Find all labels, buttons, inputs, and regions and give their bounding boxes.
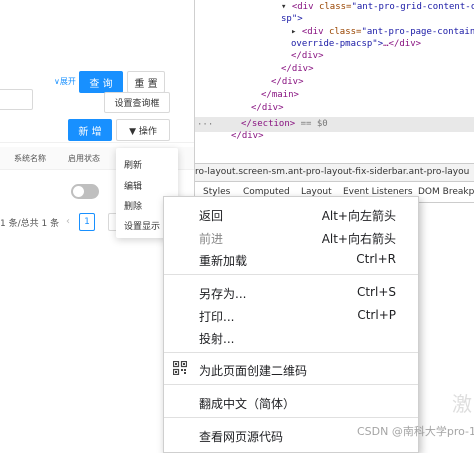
shortcut-reload: Ctrl+R (356, 252, 396, 266)
query-button[interactable]: 查 询 (79, 71, 123, 93)
code-value: sp"> (281, 14, 303, 24)
code-line[interactable]: override-pmacsp">…</div> (291, 39, 421, 49)
code-tag: </div> (231, 131, 264, 141)
watermark: CSDN @南科大学pro-1 (357, 425, 474, 438)
tab-dom-breakpoints[interactable]: DOM Breakpo (418, 187, 474, 197)
code-line[interactable]: </section> == $0 (241, 119, 328, 129)
code-value: "ant-pro-grid-content-chi (351, 2, 474, 12)
node-ellipsis[interactable]: ··· (197, 120, 213, 130)
action-button[interactable]: ▼ 操作 (116, 119, 170, 141)
set-query-box-button[interactable]: 设置查询框 (104, 92, 170, 113)
code-line[interactable]: </div> (271, 77, 304, 87)
code-rest: …</div> (383, 39, 422, 49)
code-line[interactable]: ▸ <div class="ant-pro-page-container- (291, 27, 474, 37)
code-tag: <div (291, 2, 319, 12)
menu-item-create-qr-code[interactable]: 为此页面创建二维码 (199, 362, 307, 379)
code-value: "ant-pro-page-container- (361, 27, 474, 37)
menu-separator (164, 352, 418, 353)
code-line[interactable]: </div> (251, 103, 284, 113)
code-line[interactable]: </main> (261, 90, 299, 100)
page-1[interactable]: 1 (79, 213, 95, 231)
code-attr: class= (328, 27, 362, 37)
column-header-system-name: 系统名称 (14, 154, 46, 163)
divider (0, 142, 194, 143)
menu-item-reload[interactable]: 重新加载 (199, 252, 247, 269)
dropdown-item-edit[interactable]: 编辑 (124, 179, 142, 192)
menu-separator (164, 384, 418, 385)
code-tag: </section> (241, 119, 296, 129)
expand-link[interactable]: ∨展开 (54, 76, 76, 87)
search-input[interactable] (0, 89, 33, 110)
code-tag: </div> (271, 77, 304, 87)
shortcut-back: Alt+向左箭头 (321, 209, 396, 223)
menu-item-forward: 前进 (199, 232, 224, 246)
menu-item-view-source[interactable]: 查看网页源代码 (199, 428, 283, 445)
pager-total: 1 条/总共 1 条 (0, 219, 60, 229)
column-header-status: 启用状态 (68, 154, 100, 163)
menu-item-translate[interactable]: 翻成中文（简体） (199, 395, 295, 412)
reset-button[interactable]: 重 置 (127, 71, 165, 93)
status-toggle[interactable] (71, 184, 99, 199)
menu-item-cast[interactable]: 投射... (199, 330, 234, 347)
dropdown-item-display-settings[interactable]: 设置显示 (124, 219, 160, 232)
menu-separator (164, 274, 418, 275)
code-line[interactable]: sp"> (281, 14, 303, 24)
selected-node-highlight (195, 117, 474, 132)
code-tag: </div> (281, 64, 314, 74)
code-tag: </div> (251, 103, 284, 113)
breadcrumb[interactable]: ro-layout.screen-sm.ant-pro-layout-fix-s… (195, 163, 474, 182)
dropdown-item-refresh[interactable]: 刷新 (124, 158, 142, 171)
code-line[interactable]: </div> (291, 51, 324, 61)
prev-page-icon[interactable]: ‹ (66, 216, 70, 227)
breadcrumb-text: ro-layout.screen-sm.ant-pro-layout-fix-s… (195, 167, 470, 177)
code-tag: </main> (261, 90, 299, 100)
toggle-knob (73, 186, 84, 197)
shortcut-forward: Alt+向右箭头 (321, 232, 396, 246)
code-line[interactable]: </div> (281, 64, 314, 74)
expand-triangle-icon[interactable]: ▸ (291, 27, 302, 37)
shortcut-save-as: Ctrl+S (356, 285, 396, 299)
qr-code-icon (172, 360, 188, 376)
code-line[interactable]: </div> (231, 131, 264, 141)
shortcut-print: Ctrl+P (357, 308, 396, 322)
code-value: override-pmacsp"> (291, 39, 384, 49)
dropdown-item-delete[interactable]: 删除 (124, 199, 142, 212)
menu-separator (164, 417, 418, 418)
context-menu: 返回 Alt+向左箭头 前进 Alt+向右箭头 重新加载 Ctrl+R 另存为.… (163, 196, 419, 453)
code-rest: == $0 (295, 119, 328, 129)
collapse-triangle-icon[interactable]: ▾ (281, 2, 292, 12)
menu-item-save-as[interactable]: 另存为... (199, 285, 246, 302)
code-line[interactable]: ▾ <div class="ant-pro-grid-content-chi (281, 2, 474, 12)
add-button[interactable]: 新 增 (68, 119, 112, 141)
watermark-corner: 激 (452, 392, 472, 416)
menu-item-print[interactable]: 打印... (199, 308, 234, 325)
menu-item-back[interactable]: 返回 (199, 207, 223, 224)
code-tag: <div (301, 27, 329, 37)
code-attr: class= (318, 2, 352, 12)
code-tag: </div> (291, 51, 324, 61)
